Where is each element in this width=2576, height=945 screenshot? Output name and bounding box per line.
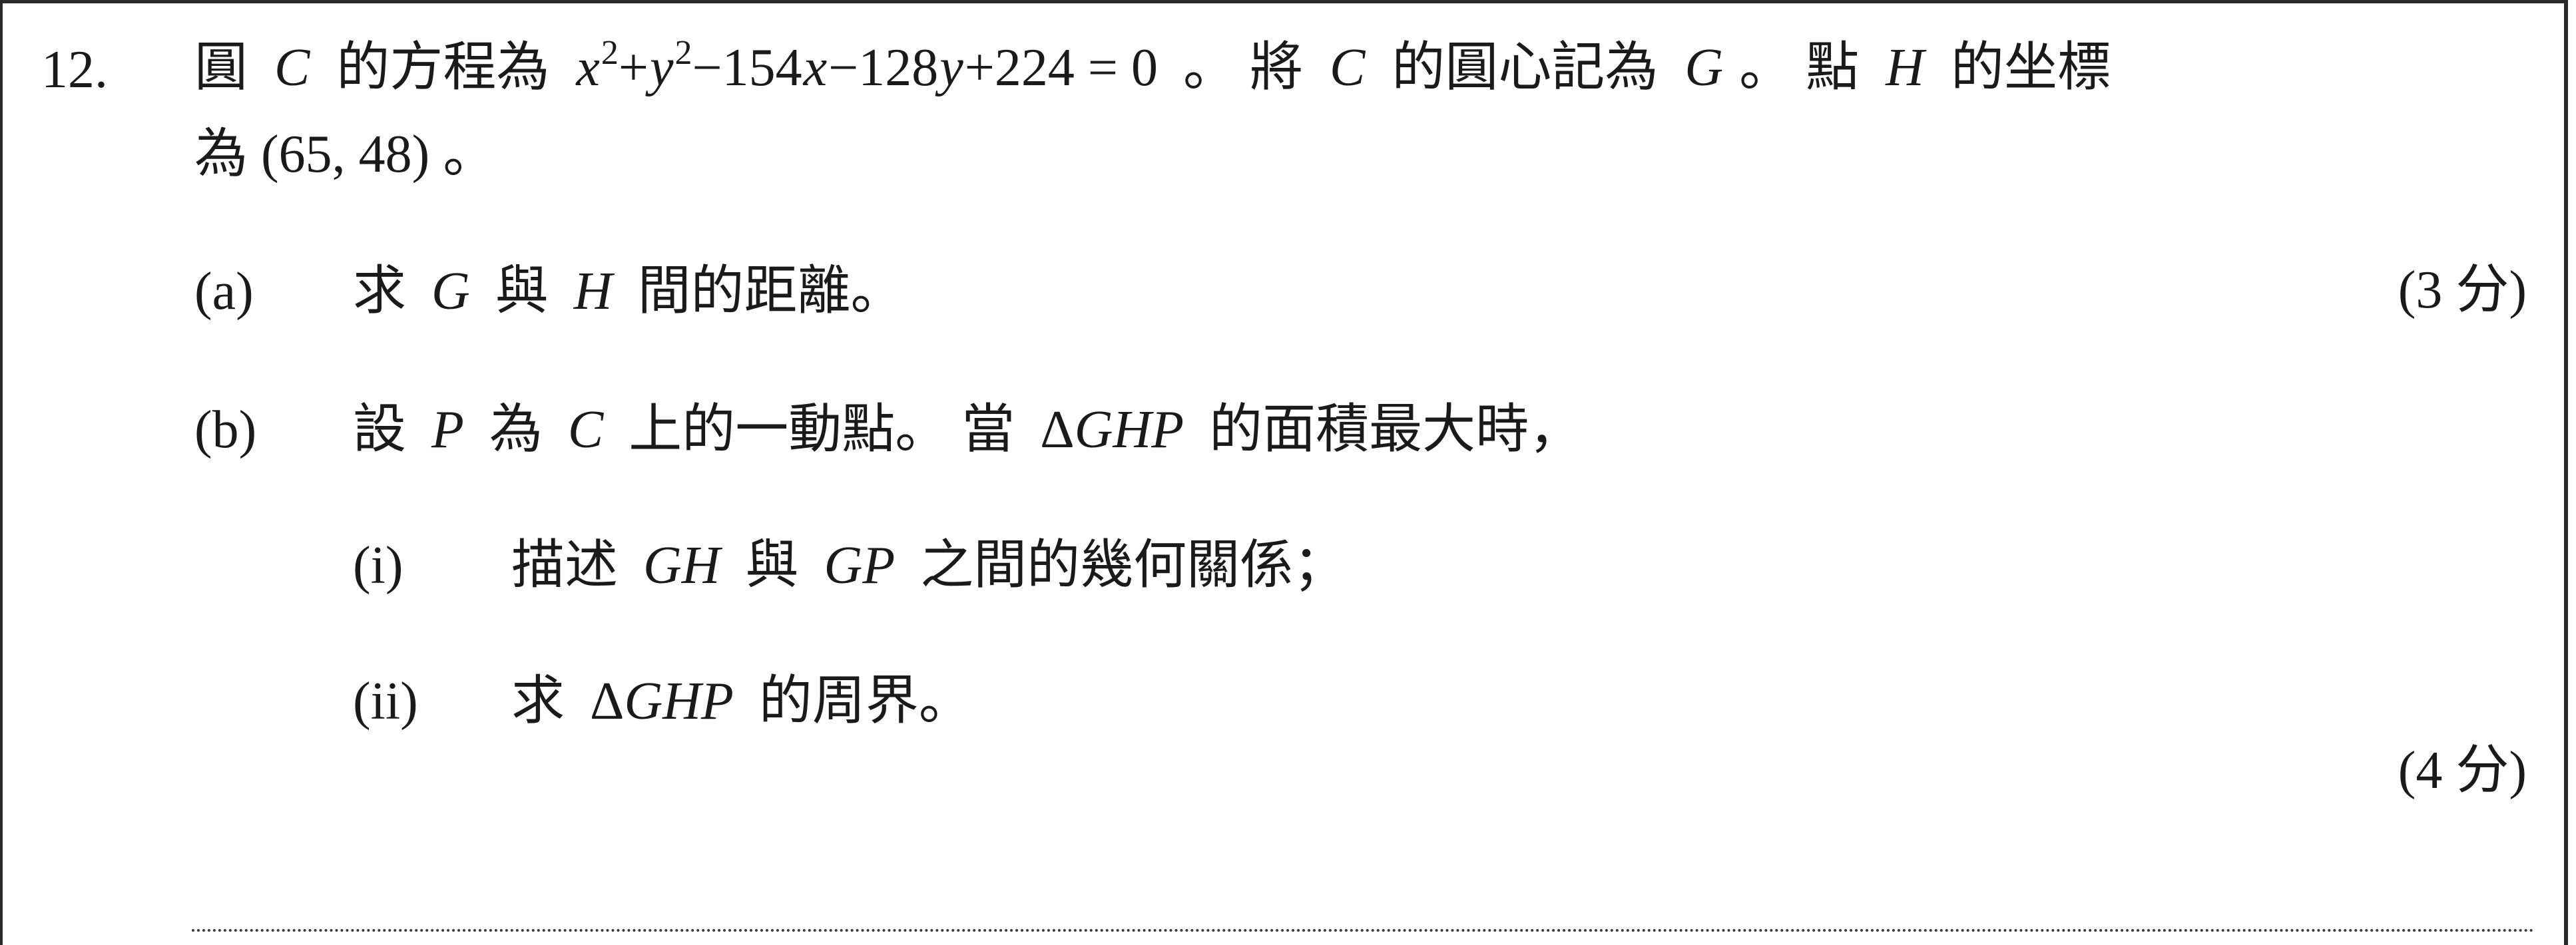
stem-text-circle: 圓 <box>194 39 248 97</box>
part-a-var-h: H <box>573 262 613 321</box>
part-b-ii-perimeter: 的周界。 <box>758 672 972 731</box>
part-b-let: 設 <box>353 401 406 459</box>
eq-x-linear: x <box>803 39 828 97</box>
stem-var-c: C <box>274 39 310 97</box>
stem-text-equation-is: 的方程為 <box>336 39 550 97</box>
part-a-marks: (3 分) <box>2398 261 2527 319</box>
part-b-delta: Δ <box>1040 401 1075 459</box>
part-a-var-g: G <box>431 262 470 321</box>
part-b-i-and: 與 <box>745 536 799 595</box>
stem-text-denote: 。 將 <box>1183 39 1304 97</box>
part-a-distance: 間的距離。 <box>637 262 904 321</box>
part-b-i-label: (i) <box>353 536 403 595</box>
eq-x: x <box>576 39 600 97</box>
part-a-label: (a) <box>194 262 254 321</box>
eq-square-2: 2 <box>674 34 692 72</box>
part-b-i-var-gp: GP <box>824 536 896 595</box>
eq-coef-y: −128 <box>828 39 939 97</box>
part-b-i-text: 描述 GH 與 GP 之間的幾何關係； <box>511 532 1346 599</box>
eq-y: y <box>650 39 674 97</box>
part-a-text: 求 G 與 H 間的距離。 <box>353 258 904 325</box>
question-number: 12. <box>41 41 108 99</box>
part-a-and: 與 <box>495 262 549 321</box>
eq-plus: + <box>618 39 648 97</box>
stem-var-h: H <box>1886 39 1924 97</box>
answer-dotted-line <box>192 929 2535 932</box>
part-b-text: 設 P 為 C 上的一動點。 當 ΔGHP 的面積最大時， <box>353 397 1582 463</box>
stem-text-coordinates: 的坐標 <box>1950 39 2111 97</box>
part-b-be: 為 <box>489 401 543 459</box>
part-b-ii-delta: Δ <box>590 672 625 731</box>
stem-var-c-2: C <box>1330 39 1366 97</box>
question-stem-line2: 為 (65, 48) 。 <box>194 125 497 184</box>
part-b-ii-find: 求 <box>511 672 565 731</box>
part-a-find: 求 <box>353 262 406 321</box>
part-b-i-relation: 之間的幾何關係； <box>920 536 1347 595</box>
eq-square-1: 2 <box>601 34 619 72</box>
part-b-var-p: P <box>431 401 464 459</box>
stem-text-point: 。 點 <box>1739 39 1860 97</box>
part-b-ii-text: 求 ΔGHP 的周界。 <box>511 668 972 735</box>
part-b-triangle-ghp: GHP <box>1074 401 1184 459</box>
part-b-var-c: C <box>567 401 604 459</box>
stem-text-centre: 的圓心記為 <box>1392 39 1659 97</box>
eq-y-linear: y <box>939 39 963 97</box>
part-b-area-max: 的面積最大時， <box>1209 401 1583 459</box>
part-b-moving-point: 上的一動點。 當 <box>629 401 1015 459</box>
part-b-marks: (4 分) <box>2398 741 2527 800</box>
eq-tail: +224 = 0 <box>964 39 1159 97</box>
eq-coef-x: −154 <box>692 39 802 97</box>
part-b-ii-triangle-ghp: GHP <box>624 672 734 731</box>
part-b-i-describe: 描述 <box>511 536 618 595</box>
part-b-i-var-gh: GH <box>643 536 720 595</box>
question-stem-line1: 圓 C 的方程為 x2+y2−154x−128y+224 = 0。 將 C 的圓心記為 G。… <box>194 35 2111 101</box>
part-b-ii-label: (ii) <box>353 672 418 731</box>
stem-var-g: G <box>1684 39 1724 97</box>
part-b-label: (b) <box>194 401 257 459</box>
